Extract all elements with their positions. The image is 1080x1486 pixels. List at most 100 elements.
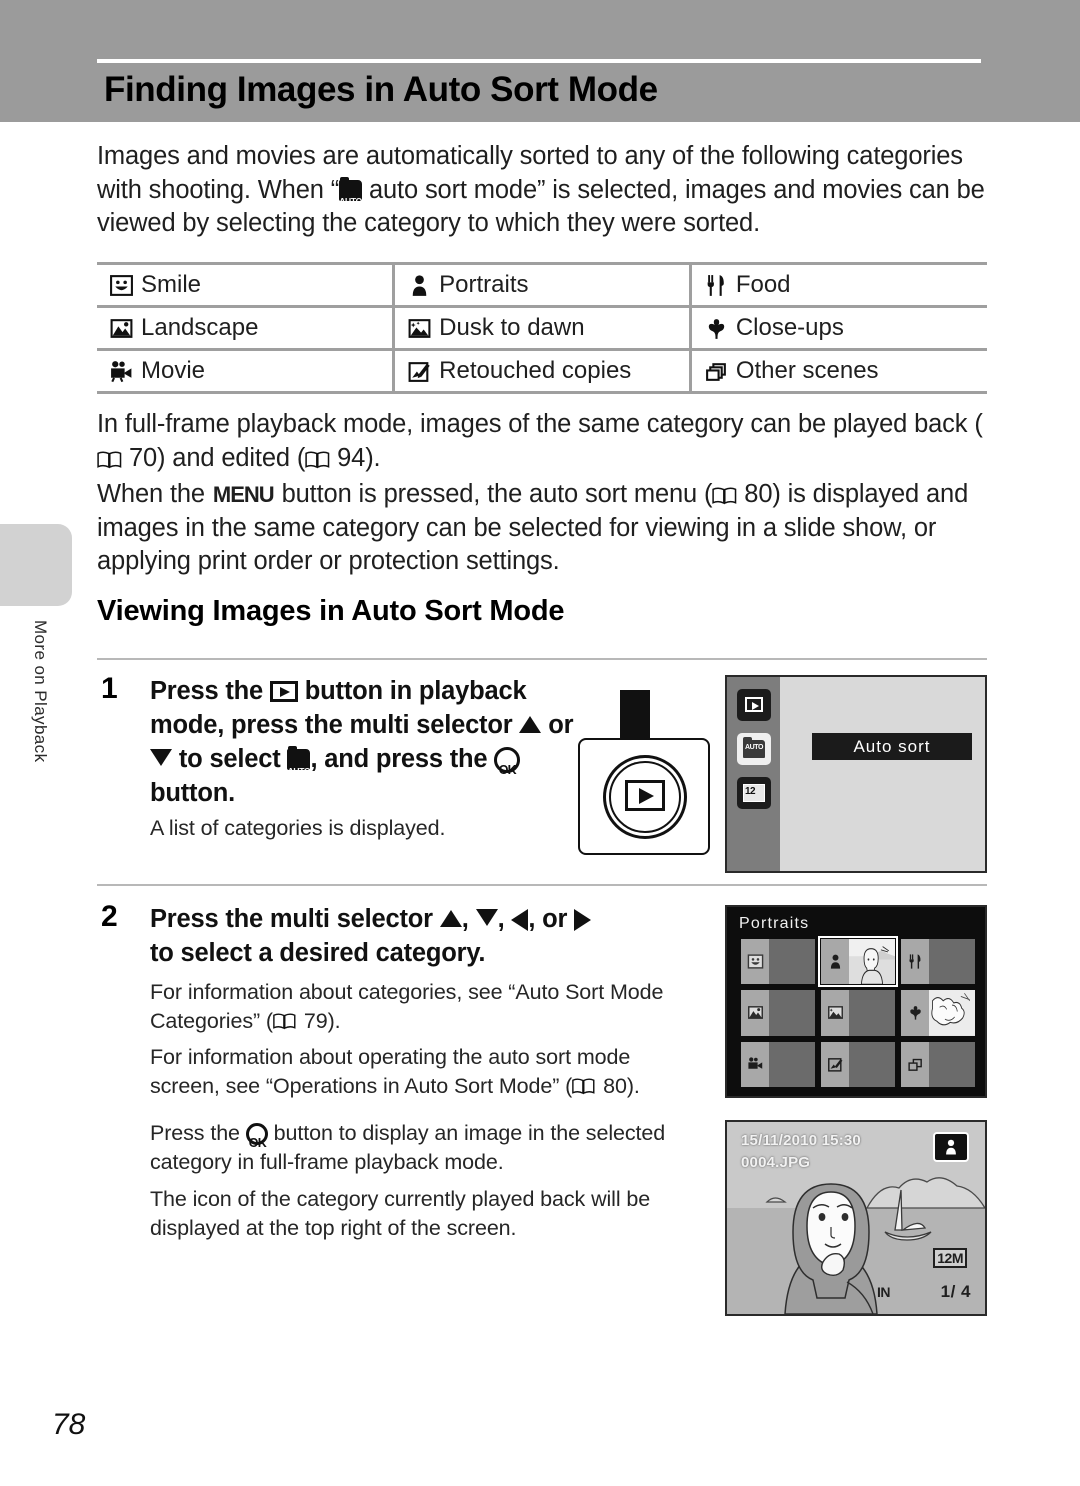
playback-mode-menu-screen: Auto sort [725, 675, 987, 873]
side-tab-block [0, 524, 72, 606]
landscape-icon [110, 318, 133, 338]
table-row: Landscape Dusk to dawn Close-ups [97, 306, 987, 351]
memory-indicator: IN [877, 1284, 891, 1300]
auto-sort-folder-icon [339, 176, 363, 218]
p3-text-b: button is pressed, the auto sort menu ( [274, 480, 713, 508]
category-label: Food [735, 271, 791, 298]
page-ref: 94 [337, 443, 366, 472]
auto-sort-mode-icon[interactable] [737, 733, 771, 765]
category-label: Landscape [141, 314, 259, 341]
list-by-date-mode-icon[interactable] [737, 777, 771, 809]
header-rule [97, 59, 981, 63]
category-label: Close-ups [735, 314, 844, 341]
step2-text-c: , [497, 905, 512, 933]
auto-folder-glyph [743, 737, 765, 758]
playback-mode-icon[interactable] [737, 689, 771, 721]
step-1-number: 1 [101, 672, 118, 705]
fullframe-playback-screen: 15/11/2010 15:30 0004.JPG 12M IN 1/ 4 [725, 1120, 987, 1316]
mode-icon-strip [727, 677, 780, 871]
category-label: Dusk to dawn [439, 314, 585, 341]
multi-selector-up-icon [439, 910, 462, 927]
divider-step1 [97, 658, 987, 660]
step1-text-a: Press the [150, 677, 270, 705]
category-label: Retouched copies [439, 357, 632, 384]
table-cell-movie: Movie [97, 349, 394, 394]
grid-cell-movie[interactable] [741, 1041, 815, 1087]
page-title: Finding Images in Auto Sort Mode [104, 70, 658, 109]
step-2-number: 2 [101, 900, 118, 933]
p2-text-c: ). [365, 443, 381, 472]
category-label: Other scenes [735, 357, 879, 384]
playback-button-illustration [578, 690, 710, 855]
step2-text-e: to select a desired category. [150, 939, 486, 967]
press-arrow-icon [606, 690, 664, 776]
other-scenes-icon [901, 1041, 929, 1087]
fullframe-paragraph: In full-frame playback mode, images of t… [97, 408, 987, 475]
step1-text-e: , and press the [310, 745, 495, 773]
category-label: Portraits [439, 271, 529, 298]
close-ups-icon [708, 318, 725, 339]
grid-cell-landscape[interactable] [741, 990, 815, 1036]
p3-text-a: When the [97, 480, 212, 508]
step-2-body-2: For information about operating the auto… [150, 1043, 700, 1101]
step-2-body-4: The icon of the category currently playe… [150, 1187, 651, 1240]
close-ups-icon [901, 990, 929, 1036]
other-scenes-icon [705, 362, 726, 381]
dusk-to-dawn-icon [821, 990, 849, 1036]
movie-icon [741, 1041, 769, 1087]
grid-cell-portraits[interactable] [818, 935, 898, 988]
grid-cell-dusk-to-dawn[interactable] [821, 990, 895, 1036]
grid-cell-retouched-copies[interactable] [821, 1041, 895, 1087]
table-row: Smile Portraits Food [97, 262, 987, 308]
intro-paragraph: Images and movies are automatically sort… [97, 140, 987, 241]
food-icon [707, 274, 724, 296]
grid-cell-smile[interactable] [741, 939, 815, 985]
photo-filename: 0004.JPG [741, 1154, 811, 1171]
category-thumbnail [849, 939, 895, 985]
table-cell-other-scenes: Other scenes [688, 349, 987, 394]
grid-cell-close-ups[interactable] [901, 990, 975, 1036]
page-ref: 80 [603, 1074, 627, 1098]
category-label: Movie [141, 357, 206, 384]
landscape-icon [741, 990, 769, 1036]
multi-selector-down-icon [150, 749, 172, 766]
grid-cell-food[interactable] [901, 939, 975, 985]
table-cell-food: Food [688, 262, 987, 308]
table-row: Movie Retouched copies Other scenes [97, 349, 987, 394]
multi-selector-down-icon [475, 909, 498, 926]
p2-text-b: ) and edited ( [157, 443, 306, 472]
categories-table: Smile Portraits Food Landscape Dusk to d… [97, 262, 987, 394]
category-grid [741, 935, 975, 1087]
book-reference-icon [712, 486, 737, 505]
step-1-body: A list of categories is displayed. [150, 816, 446, 840]
portraits-icon [933, 1132, 969, 1162]
retouched-copies-icon [408, 361, 430, 382]
book-reference-icon [305, 450, 330, 469]
category-thumbnail [929, 990, 975, 1036]
book-reference-icon [572, 1077, 597, 1096]
smile-icon [741, 939, 769, 985]
step-1-heading: Press the button in playback mode, press… [150, 674, 590, 810]
table-cell-retouched-copies: Retouched copies [392, 349, 691, 394]
step1-text-d: to select [172, 745, 288, 773]
playback-button-icon [269, 681, 298, 702]
step2-text-a: Press the multi selector [150, 905, 440, 933]
s2b1-a: For information about categories, see “A… [150, 980, 664, 1033]
menu-button-icon: MENU [212, 482, 275, 507]
food-icon [901, 939, 929, 985]
step-2-heading: Press the multi selector , , , or to sel… [150, 902, 600, 970]
multi-selector-up-icon [519, 716, 542, 733]
grid-cell-other-scenes[interactable] [901, 1041, 975, 1087]
step2-text-b: , [461, 905, 476, 933]
page-ref: 80 [744, 480, 773, 508]
step-2-body-1: For information about categories, see “A… [150, 978, 690, 1036]
s2b2-b: ). [626, 1074, 640, 1098]
book-reference-icon [273, 1012, 298, 1031]
menu-paragraph: When the MENU button is pressed, the aut… [97, 478, 987, 579]
ok-button-icon [494, 747, 521, 787]
table-cell-smile: Smile [97, 262, 394, 308]
dusk-to-dawn-icon [408, 318, 431, 338]
book-reference-icon [97, 450, 122, 469]
auto-sort-menu-item[interactable]: Auto sort [812, 733, 972, 760]
ok-button-icon [245, 1123, 268, 1158]
